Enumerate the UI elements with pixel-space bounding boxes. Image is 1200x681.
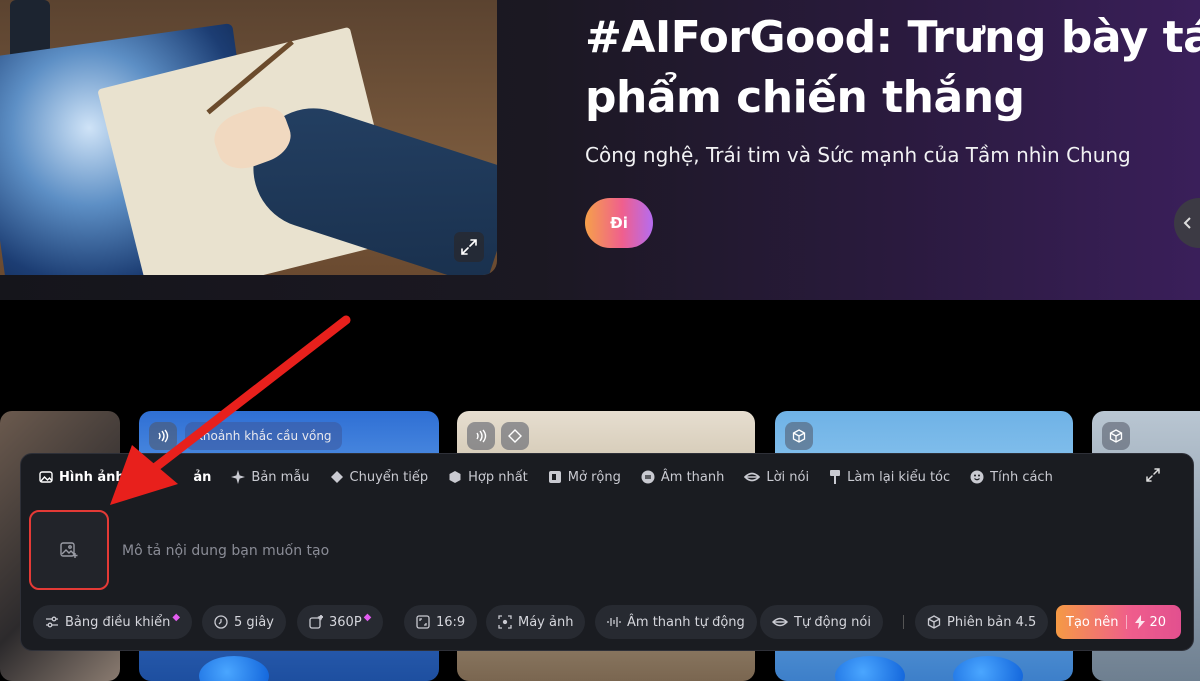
diamond-icon — [330, 470, 344, 484]
credit-cost: 20 — [1149, 614, 1167, 630]
lightning-icon — [1135, 615, 1146, 629]
brush-icon — [829, 470, 841, 484]
image-icon — [39, 470, 53, 484]
options-divider — [903, 615, 904, 629]
tab-label: Hợp nhất — [468, 469, 528, 485]
hero-title-line-1: #AIForGood: Trưng bày tác — [585, 12, 1200, 63]
jelly-shape — [835, 656, 905, 681]
tab-image-to-video-tail[interactable]: ản — [193, 470, 211, 485]
hero-subtitle: Công nghệ, Trái tim và Sức mạnh của Tầm … — [585, 143, 1131, 167]
tab-label: Mở rộng — [567, 469, 621, 485]
cube-icon — [792, 429, 806, 443]
tab-extend[interactable]: Mở rộng — [548, 470, 621, 485]
transition-badge — [501, 422, 529, 450]
audio-badge — [149, 422, 177, 450]
auto-speak-toggle[interactable]: Tự động nói — [760, 605, 883, 639]
sound-wave-icon — [158, 429, 169, 443]
tab-merge[interactable]: Hợp nhất — [448, 470, 528, 485]
sparkle-icon — [231, 470, 246, 484]
tab-label: Làm lại kiểu tóc — [847, 469, 951, 485]
option-label: 360P — [329, 614, 362, 630]
sliders-icon — [45, 615, 59, 629]
chevron-left-icon — [1183, 217, 1191, 229]
auto-sound-toggle[interactable]: Âm thanh tự động — [595, 605, 757, 639]
hero-title-line-2: phẩm chiến thắng — [585, 72, 1025, 123]
image-upload-button[interactable] — [29, 510, 109, 590]
aspect-ratio-icon — [416, 615, 430, 629]
version-selector[interactable]: Phiên bản 4.5 — [915, 605, 1049, 639]
duration-selector[interactable]: 5 giây — [202, 605, 286, 639]
lips-icon — [744, 471, 761, 483]
camera-focus-icon — [498, 615, 512, 629]
add-image-icon — [60, 542, 78, 558]
create-label: Tạo nên — [1066, 614, 1119, 630]
create-separator — [1126, 615, 1128, 629]
tab-label: Tính cách — [990, 469, 1053, 485]
cube-icon — [927, 615, 941, 629]
resolution-selector[interactable]: 360P ◆ — [297, 605, 384, 639]
option-label: 16:9 — [436, 614, 466, 630]
diamond-icon — [508, 429, 522, 443]
panel-expand-button[interactable] — [1145, 467, 1161, 487]
card-label: Khoảnh khắc cầu vồng — [185, 422, 342, 450]
prompt-input[interactable] — [120, 538, 824, 564]
hero-artwork-image[interactable] — [0, 0, 497, 275]
tab-sound[interactable]: Âm thanh — [641, 470, 724, 485]
camera-selector[interactable]: Máy ảnh — [486, 605, 586, 639]
premium-gem-icon: ◆ — [172, 611, 181, 623]
tab-personality[interactable]: Tính cách — [970, 470, 1053, 485]
smiley-icon — [970, 470, 984, 484]
waveform-icon — [607, 615, 621, 629]
clock-icon — [214, 615, 228, 629]
tab-transition[interactable]: Chuyển tiếp — [330, 469, 429, 485]
hero-banner: #AIForGood: Trưng bày tác phẩm chiến thắ… — [0, 0, 1200, 300]
option-label: Máy ảnh — [518, 614, 574, 630]
tab-image-to-video[interactable]: Hình ảnh ho — [39, 470, 147, 485]
expand-frame-icon — [548, 470, 562, 484]
mode-tabs: Hình ảnh ho ản Bản mẫu Chuyển tiếp Hợp n… — [39, 468, 1073, 486]
merge-badge — [1102, 422, 1130, 450]
go-button[interactable]: Đi — [585, 198, 653, 248]
tab-label: Lời nói — [766, 469, 810, 485]
aspect-ratio-selector[interactable]: 16:9 — [404, 605, 478, 639]
fullscreen-button[interactable] — [454, 232, 484, 262]
merge-badge — [785, 422, 813, 450]
lips-icon — [772, 616, 788, 628]
tab-speech[interactable]: Lời nói — [744, 470, 809, 485]
cube-icon — [448, 470, 462, 484]
audio-badge — [467, 422, 495, 450]
hero-title: #AIForGood: Trưng bày tác phẩm chiến thắ… — [585, 8, 1200, 128]
sound-wave-icon — [476, 429, 487, 443]
tab-label: Hình ảnh ho — [59, 469, 148, 485]
option-label: Bảng điều khiển — [65, 614, 171, 630]
sound-icon — [641, 470, 655, 484]
tab-label: Bản mẫu — [251, 469, 310, 485]
hd-sparkle-icon — [309, 615, 323, 629]
jelly-shape — [953, 656, 1023, 681]
tab-label: Âm thanh — [660, 469, 725, 485]
carousel-next-button[interactable] — [1174, 198, 1200, 248]
option-label: Âm thanh tự động — [627, 614, 745, 630]
tab-template[interactable]: Bản mẫu — [231, 469, 310, 485]
jelly-shape — [199, 656, 269, 681]
option-label: Phiên bản 4.5 — [947, 614, 1037, 630]
option-label: Tự động nói — [794, 614, 871, 630]
premium-gem-icon: ◆ — [363, 611, 372, 623]
tab-hairstyle[interactable]: Làm lại kiểu tóc — [829, 470, 950, 485]
option-label: 5 giây — [234, 614, 274, 630]
expand-arrows-icon — [461, 239, 477, 255]
cube-icon — [1109, 429, 1123, 443]
create-button[interactable]: Tạo nên 20 — [1056, 605, 1181, 639]
control-panel-button[interactable]: Bảng điều khiển ◆ — [33, 605, 193, 639]
tab-label: ản — [193, 469, 212, 485]
expand-arrows-icon — [1146, 468, 1160, 482]
tab-label: Chuyển tiếp — [349, 469, 429, 485]
generation-panel: Hình ảnh ho ản Bản mẫu Chuyển tiếp Hợp n… — [20, 453, 1194, 651]
